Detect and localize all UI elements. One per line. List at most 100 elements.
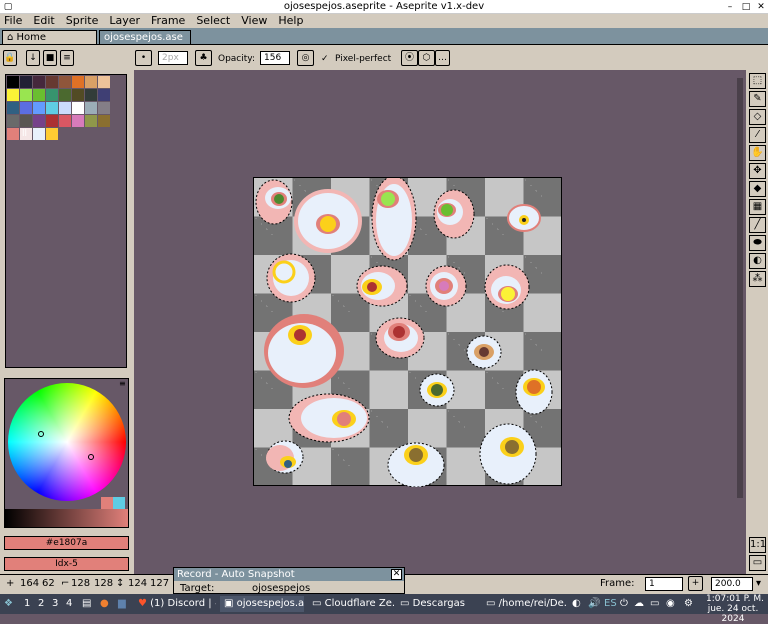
move-icon[interactable]: ✥ <box>749 163 766 179</box>
palette-swatch[interactable] <box>59 76 71 88</box>
menu-layer[interactable]: Layer <box>109 14 140 28</box>
battery-icon[interactable]: ▭ <box>650 597 659 611</box>
paint-bucket-icon[interactable]: ◆ <box>749 181 766 197</box>
palette-swatch[interactable] <box>46 76 58 88</box>
wheel-marker-icon[interactable] <box>38 431 44 437</box>
start-menu-icon[interactable]: ❖ <box>4 597 13 611</box>
palette-swatch[interactable] <box>33 76 45 88</box>
tab-file[interactable]: ojosespejos.ase ● <box>99 30 191 56</box>
keyboard-layout[interactable]: ES <box>604 597 617 611</box>
palette-swatch[interactable] <box>20 76 32 88</box>
palette-swatch[interactable] <box>98 89 110 101</box>
menu-select[interactable]: Select <box>196 14 230 28</box>
workspace-4[interactable]: 4 <box>66 597 72 611</box>
opacity-field[interactable]: 156 <box>260 51 290 65</box>
add-frame-button[interactable]: + <box>688 576 703 591</box>
wheel-marker-icon[interactable] <box>88 454 94 460</box>
menu-sprite[interactable]: Sprite <box>66 14 99 28</box>
brush-size-field[interactable]: 2px <box>158 51 188 65</box>
workspace-2[interactable]: 2 <box>38 597 44 611</box>
palette-swatch[interactable] <box>72 102 84 114</box>
taskbar-window-descargas[interactable]: ▭ Descargas <box>396 596 480 612</box>
color-index-field[interactable]: Idx-5 <box>4 557 129 571</box>
palette-swatch[interactable] <box>59 102 71 114</box>
file-manager-icon[interactable]: ▤ <box>82 597 91 611</box>
eraser-icon[interactable]: ◇ <box>749 109 766 125</box>
hand-icon[interactable]: ✋ <box>749 145 766 161</box>
palette-swatch[interactable] <box>98 76 110 88</box>
folder-icon[interactable]: ▆ <box>118 597 126 611</box>
palette-swatch[interactable] <box>59 89 71 101</box>
workspace-1[interactable]: 1 <box>24 597 30 611</box>
palette-swatch[interactable] <box>33 128 45 140</box>
minimize-icon[interactable]: – <box>724 1 736 13</box>
menu-view[interactable]: View <box>241 14 267 28</box>
color-hex-field[interactable]: #e1807a <box>4 536 129 550</box>
palette-swatch[interactable] <box>98 115 110 127</box>
eyedropper-icon[interactable]: ⁄ <box>749 127 766 143</box>
pixel-perfect-check-icon[interactable]: ✓ <box>321 54 329 64</box>
close-icon[interactable]: ✕ <box>755 1 767 13</box>
maximize-icon[interactable]: □ <box>740 1 752 13</box>
tab-home[interactable]: ⌂ Home <box>2 30 97 44</box>
palette-swatch[interactable] <box>20 102 32 114</box>
sprite-canvas[interactable] <box>253 177 562 487</box>
ink-icon[interactable]: ♣ <box>195 50 212 66</box>
palette-swatch[interactable] <box>72 115 84 127</box>
palette-swatch[interactable] <box>85 115 97 127</box>
contour-icon[interactable]: ◐ <box>749 253 766 269</box>
brush-type-icon[interactable]: • <box>135 50 152 66</box>
rectangular-marquee-icon[interactable]: ⬚ <box>749 73 766 89</box>
volume-icon[interactable]: 🔊 <box>588 597 600 611</box>
taskbar-window-discord[interactable]: ♥ (1) Discord | #... <box>134 596 216 612</box>
list-icon[interactable]: ≡ <box>60 50 74 66</box>
palette-swatch[interactable] <box>59 115 71 127</box>
pressure-icon[interactable]: ◎ <box>297 50 314 66</box>
menu-file[interactable]: File <box>4 14 22 28</box>
lock-icon[interactable]: 🔒 <box>3 50 17 66</box>
one-to-one-zoom-icon[interactable]: 1:1 <box>749 537 766 553</box>
taskbar-window-aseprite[interactable]: ▣ ojosespejos.a... <box>220 596 304 612</box>
record-close-icon[interactable]: ✕ <box>391 569 402 580</box>
palette-swatch[interactable] <box>7 76 19 88</box>
cloud-icon[interactable]: ☁ <box>634 597 644 611</box>
menu-help[interactable]: Help <box>278 14 303 28</box>
palette-swatch[interactable] <box>33 102 45 114</box>
palette-swatch[interactable] <box>72 76 84 88</box>
palette-resize-icon[interactable]: ll <box>22 129 27 139</box>
ellipse-icon[interactable]: ⬬ <box>749 235 766 251</box>
palette-swatch[interactable] <box>33 89 45 101</box>
spray-icon[interactable]: ⁂ <box>749 271 766 287</box>
vertical-scrollbar[interactable] <box>737 78 743 498</box>
palette-swatch[interactable] <box>98 102 110 114</box>
tray-icon[interactable]: ◐ <box>572 597 581 611</box>
settings-icon[interactable]: ⚙ <box>684 597 693 611</box>
square-icon[interactable]: ■ <box>43 50 57 66</box>
palette-swatch[interactable] <box>85 89 97 101</box>
frame-field[interactable]: 1 <box>645 577 683 591</box>
taskbar-window-cloudflare[interactable]: ▭ Cloudflare Ze... <box>308 596 394 612</box>
palette-swatch[interactable] <box>20 89 32 101</box>
bg-color-swatch[interactable] <box>113 497 125 509</box>
notification-icon[interactable]: ◉ <box>666 597 675 611</box>
workspace-3[interactable]: 3 <box>52 597 58 611</box>
palette-swatch[interactable] <box>85 102 97 114</box>
gradient-icon[interactable]: ▦ <box>749 199 766 215</box>
more-options-icon[interactable]: … <box>435 50 450 66</box>
wheel-menu-icon[interactable]: ≡ <box>119 379 126 388</box>
palette-swatch[interactable] <box>46 128 58 140</box>
color-wheel[interactable] <box>8 383 126 501</box>
firefox-icon[interactable]: ● <box>100 597 109 611</box>
menu-frame[interactable]: Frame <box>151 14 185 28</box>
clock-time[interactable]: 1:07:01 P. M. <box>702 594 768 604</box>
zoom-field[interactable]: 200.0 <box>711 577 753 591</box>
palette-swatch[interactable] <box>7 128 19 140</box>
network-icon[interactable]: ⏻ <box>620 597 628 611</box>
fg-color-swatch[interactable] <box>101 497 113 509</box>
palette-swatch[interactable] <box>7 115 19 127</box>
palette-swatch[interactable] <box>20 115 32 127</box>
taskbar-window-terminal[interactable]: ▭ /home/rei/De... <box>482 596 566 612</box>
symmetry-vertical-icon[interactable]: ⬡ <box>418 50 435 66</box>
clock-date[interactable]: jue. 24 oct. 2024 <box>698 604 768 624</box>
palette-swatch[interactable] <box>33 115 45 127</box>
